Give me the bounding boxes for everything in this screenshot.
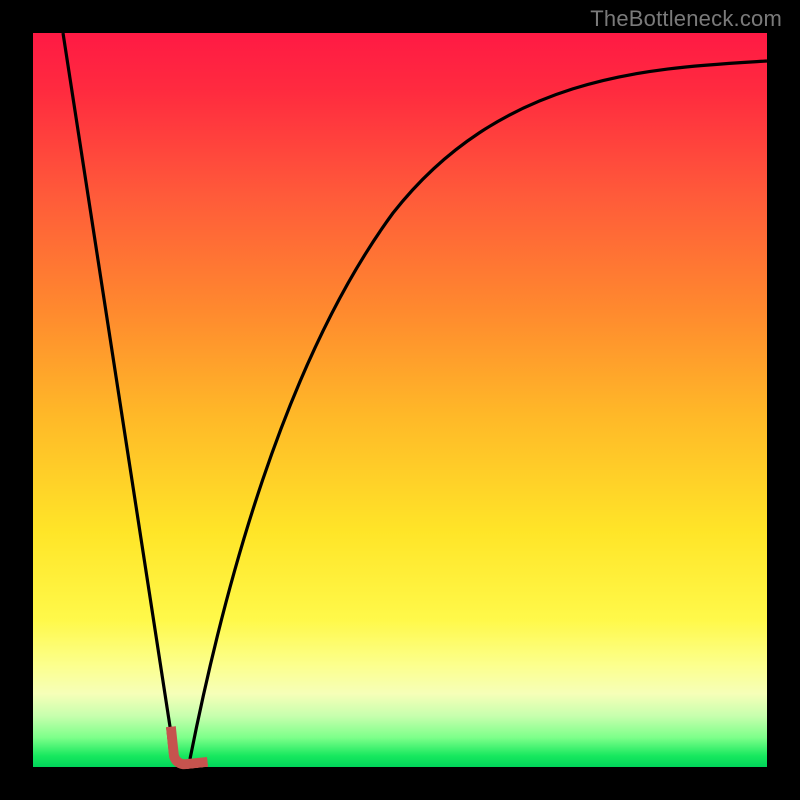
chart-frame: TheBottleneck.com [0, 0, 800, 800]
plot-area [33, 33, 767, 767]
watermark-text: TheBottleneck.com [590, 6, 782, 32]
bottleneck-curve [33, 33, 767, 767]
curve-left-branch [63, 33, 175, 759]
curve-right-branch [190, 61, 767, 759]
